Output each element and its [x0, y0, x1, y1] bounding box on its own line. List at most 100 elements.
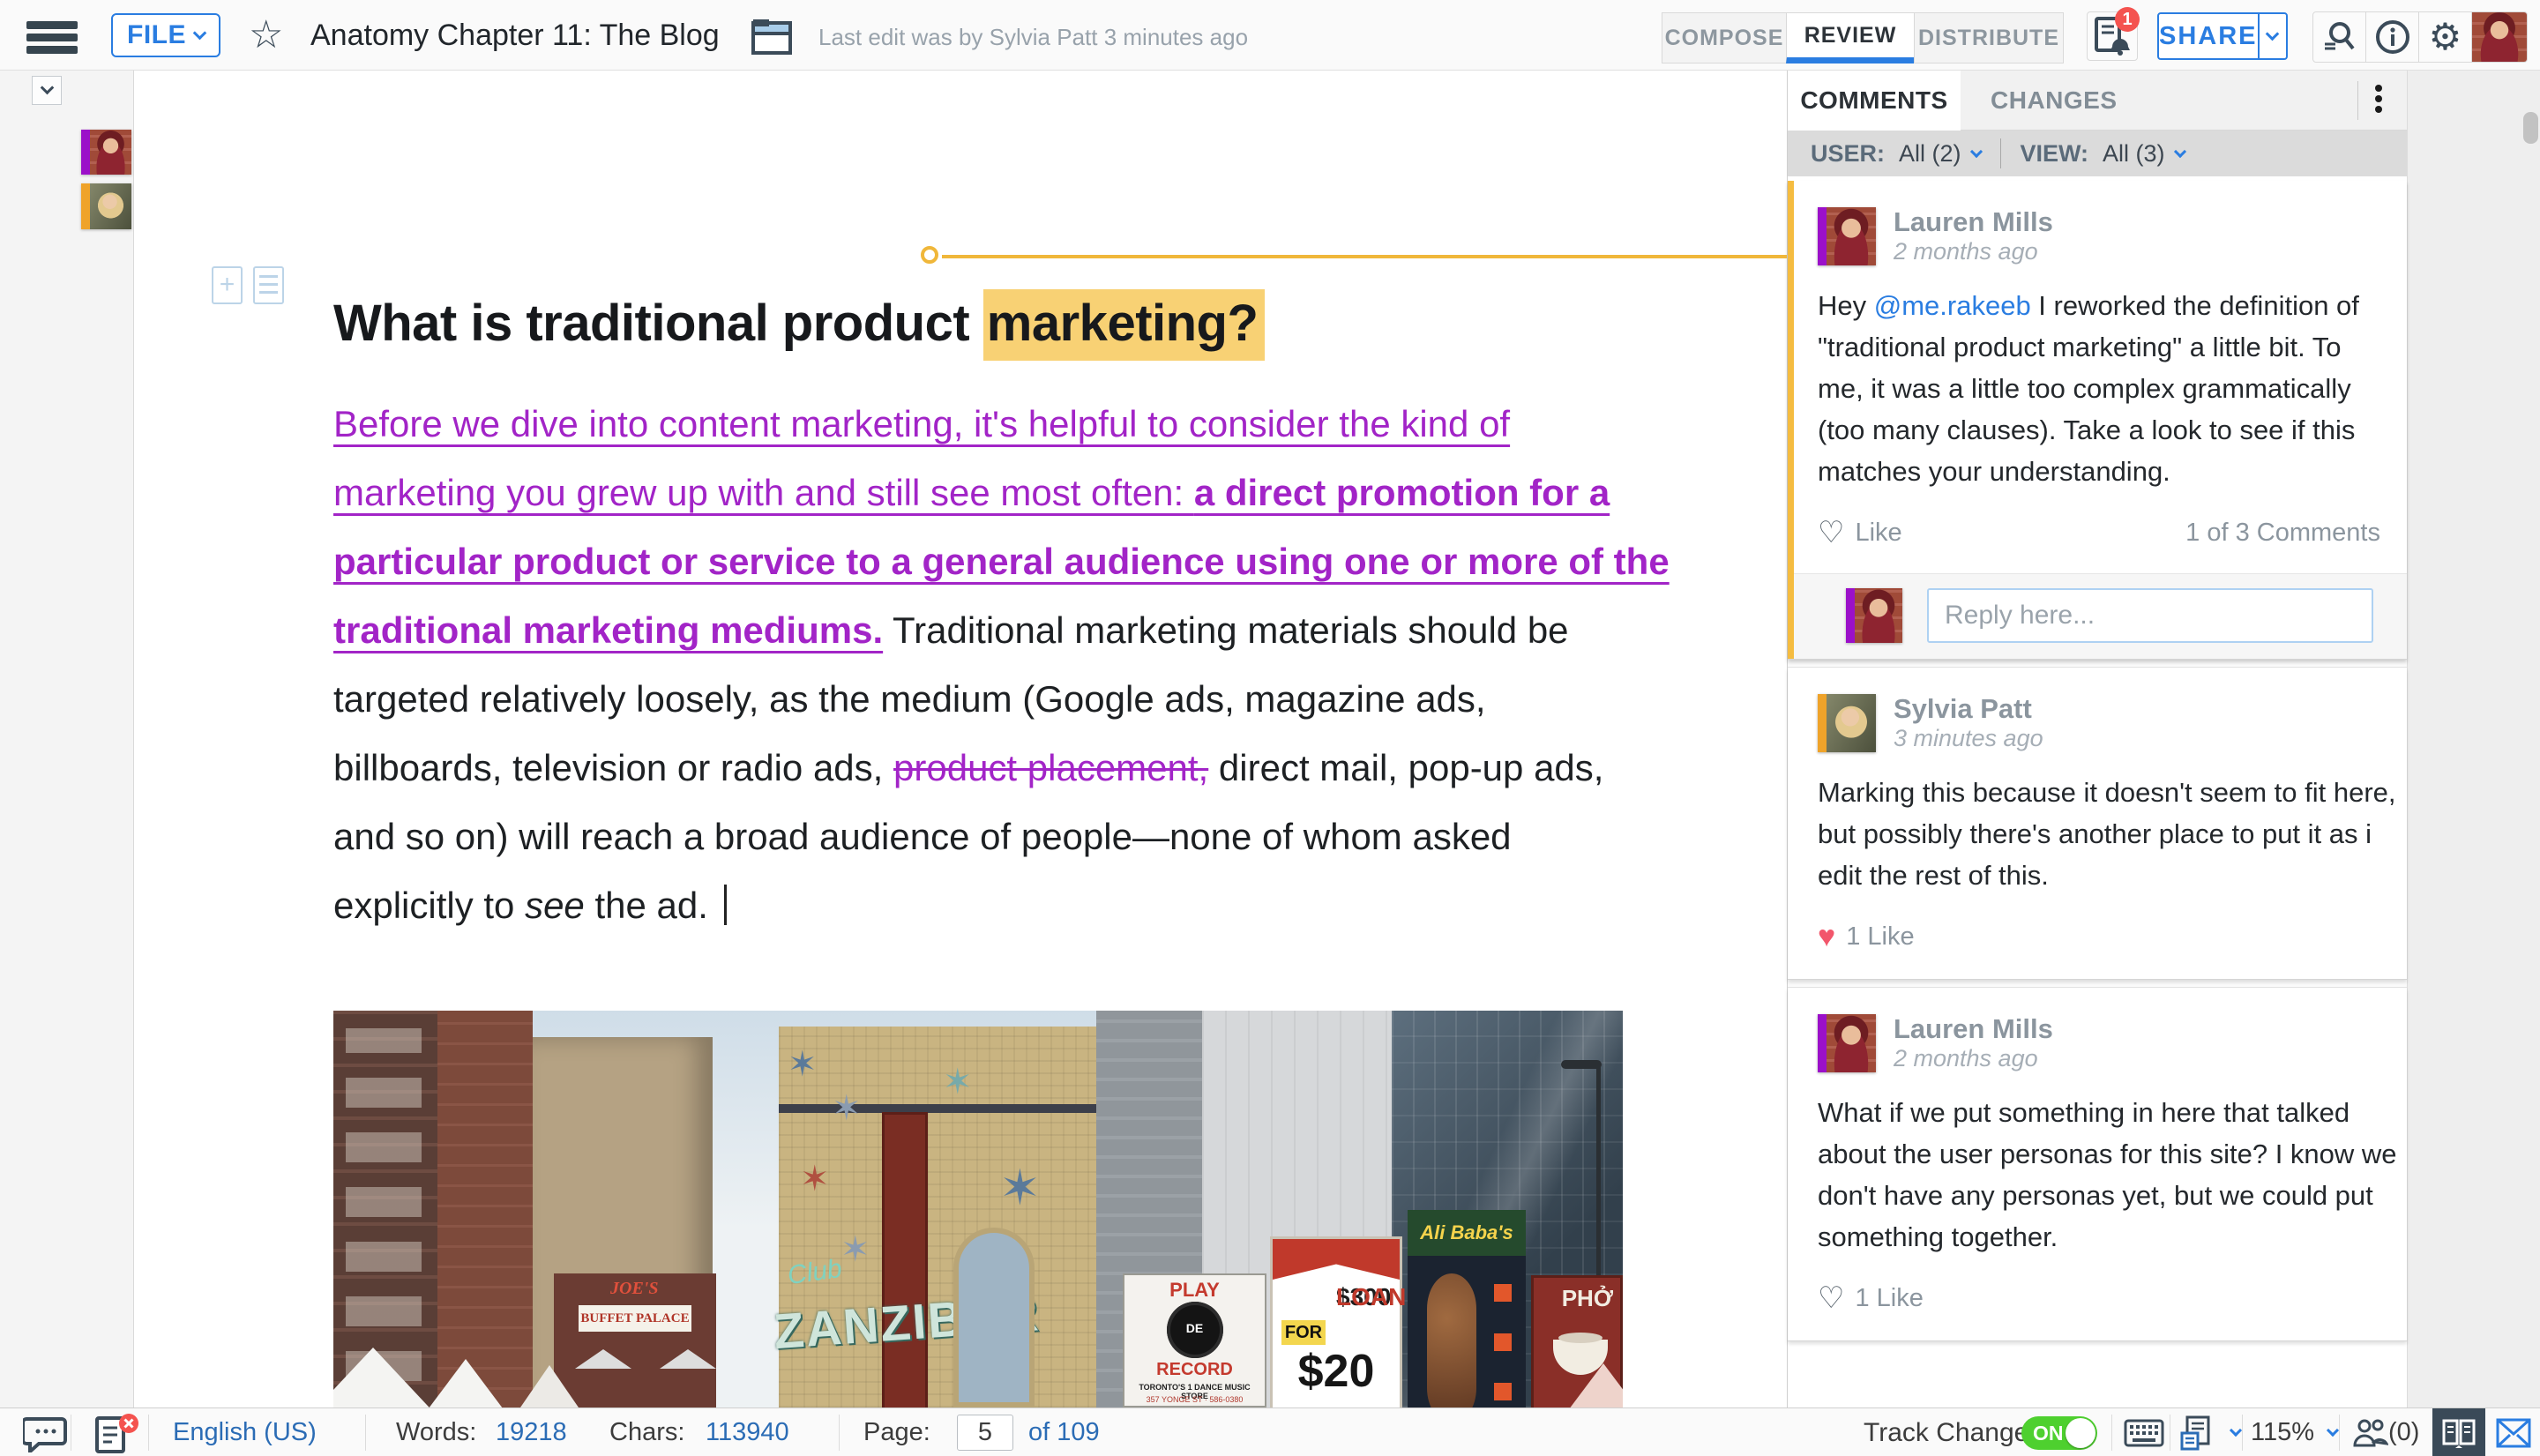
- comment-author[interactable]: Lauren Mills: [1894, 1014, 2053, 1044]
- statusbar: English (US) Words: 19218 Chars: 113940 …: [0, 1407, 2540, 1456]
- keyboard-icon: [2124, 1419, 2164, 1447]
- search-button[interactable]: [2313, 12, 2366, 62]
- view-filter-value[interactable]: All (3): [2103, 140, 2165, 168]
- block-menu-icon[interactable]: [253, 266, 284, 304]
- folder-icon[interactable]: [751, 18, 792, 55]
- people-icon: [2351, 1417, 2388, 1449]
- left-rail: [0, 71, 134, 1407]
- reply-input[interactable]: [1927, 588, 2373, 643]
- add-block-icon[interactable]: [212, 266, 243, 304]
- panel-tabs: COMMENTS CHANGES: [1788, 71, 2407, 131]
- settings-button[interactable]: ⚙: [2419, 12, 2472, 62]
- comment-threads: Lauren Mills 2 months ago Hey @me.rakeeb…: [1788, 176, 2407, 1341]
- chevron-down-icon[interactable]: [2173, 146, 2185, 158]
- collapse-button[interactable]: [32, 76, 62, 105]
- sign-club: Club: [786, 1254, 844, 1291]
- photo-building-dark-brick: [333, 1011, 437, 1407]
- like-count[interactable]: 1 Like: [1855, 1284, 1923, 1313]
- zoom-level[interactable]: 115%: [2251, 1408, 2314, 1456]
- page-setup-button[interactable]: [2180, 1415, 2214, 1456]
- book-icon: [2441, 1418, 2476, 1448]
- gear-icon: ⚙: [2429, 19, 2462, 56]
- chat-button[interactable]: [23, 1415, 69, 1456]
- search-icon: [2322, 19, 2357, 55]
- info-button[interactable]: [2366, 12, 2419, 62]
- mention-link[interactable]: @me.rakeeb: [1874, 290, 2031, 321]
- heading-highlighted-text[interactable]: marketing?: [983, 289, 1266, 361]
- reading-view-button[interactable]: [2432, 1408, 2485, 1456]
- block-tools: [212, 266, 284, 304]
- body-paragraph[interactable]: Before we dive into content marketing, i…: [333, 390, 1683, 940]
- document-page[interactable]: What is traditional product marketing? B…: [134, 71, 1787, 1407]
- tab-changes[interactable]: CHANGES: [1991, 71, 2118, 131]
- panel-gutter: [2407, 71, 2540, 1407]
- comment-thread[interactable]: Lauren Mills 2 months ago What if we put…: [1788, 988, 2407, 1341]
- page-number-input[interactable]: [957, 1415, 1013, 1451]
- heart-outline-icon[interactable]: ♡: [1818, 519, 1844, 546]
- kebab-menu-icon[interactable]: [2375, 81, 2384, 120]
- chevron-down-icon: [2266, 26, 2280, 41]
- avatar: [90, 183, 131, 229]
- sign-buffet-palace: BUFFET PALACE: [579, 1305, 691, 1332]
- email-button[interactable]: [2496, 1418, 2531, 1456]
- tab-compose[interactable]: COMPOSE: [1662, 12, 1787, 63]
- avatar: [1846, 588, 1902, 643]
- viewers-button[interactable]: [2351, 1417, 2388, 1456]
- language-selector[interactable]: English (US): [173, 1408, 317, 1456]
- comment-timestamp: 2 months ago: [1894, 237, 2053, 265]
- tab-distribute[interactable]: DISTRIBUTE: [1914, 12, 2064, 63]
- tab-comments[interactable]: COMMENTS: [1788, 71, 1961, 131]
- scrollbar-thumb[interactable]: [2523, 112, 2538, 144]
- chevron-down-icon[interactable]: [2327, 1424, 2339, 1437]
- favorite-star-icon[interactable]: ☆: [249, 12, 283, 58]
- comment-author[interactable]: Lauren Mills: [1894, 207, 2053, 237]
- user-filter-label: USER:: [1811, 140, 1885, 168]
- avatar: [1818, 1014, 1876, 1072]
- heart-outline-icon[interactable]: ♡: [1818, 1285, 1844, 1311]
- spellcheck-button[interactable]: [93, 1413, 141, 1456]
- photo-storefront: JOE'S BUFFET PALACE: [554, 1273, 716, 1407]
- share-button[interactable]: SHARE: [2157, 12, 2288, 60]
- like-button[interactable]: Like: [1855, 519, 1901, 548]
- umbrella: [660, 1349, 716, 1369]
- user-avatar[interactable]: [2472, 12, 2527, 62]
- share-dropdown[interactable]: [2258, 14, 2286, 58]
- chevron-down-icon[interactable]: [2230, 1424, 2242, 1437]
- menu-icon[interactable]: [26, 21, 78, 53]
- comment-timestamp: 3 minutes ago: [1894, 724, 2043, 752]
- active-thread-indicator: [1788, 181, 1794, 659]
- shawarma-cone: [1427, 1273, 1476, 1407]
- keyboard-shortcuts-button[interactable]: [2124, 1419, 2164, 1456]
- user-color-bar: [81, 130, 90, 175]
- margin-avatar-lauren[interactable]: [81, 130, 131, 175]
- chevron-down-icon: [40, 81, 54, 95]
- comment-thread-active[interactable]: Lauren Mills 2 months ago Hey @me.rakeeb…: [1788, 181, 2407, 660]
- sign-zanzibar: ZANZIBAR: [772, 1280, 1110, 1360]
- app-window: FILE ☆ Anatomy Chapter 11: The Blog Last…: [0, 0, 2540, 1456]
- comment-connector-anchor: [921, 246, 938, 264]
- sign-ali-babas: Ali Baba's: [1408, 1210, 1526, 1407]
- last-edit-status: Last edit was by Sylvia Patt 3 minutes a…: [818, 0, 1248, 71]
- tab-review[interactable]: REVIEW: [1786, 12, 1915, 63]
- heart-filled-icon[interactable]: ♥: [1818, 923, 1835, 950]
- vertical-marquee: [885, 1115, 925, 1407]
- like-count[interactable]: 1 Like: [1846, 922, 1914, 952]
- toggle-state: ON: [2033, 1416, 2064, 1450]
- words-label: Words:: [396, 1408, 476, 1456]
- avatar: [1818, 207, 1876, 265]
- chars-count[interactable]: 113940: [706, 1408, 789, 1456]
- user-color-bar: [81, 183, 90, 229]
- user-filter-value[interactable]: All (2): [1899, 140, 1961, 168]
- chat-bubble-icon: [23, 1415, 69, 1452]
- page-heading: What is traditional product marketing?: [333, 294, 1265, 353]
- file-menu-button[interactable]: FILE: [111, 13, 220, 57]
- document-photo: JOE'S BUFFET PALACE ✶ ✶ ✶ ✶ ✶ ✶ Club ZAN…: [333, 1011, 1623, 1407]
- chevron-down-icon[interactable]: [1969, 146, 1982, 158]
- track-changes-toggle[interactable]: ON 5: [2021, 1416, 2097, 1450]
- margin-avatar-sylvia[interactable]: [81, 183, 131, 229]
- comment-author[interactable]: Sylvia Patt: [1894, 694, 2043, 724]
- comment-connector-line: [942, 255, 1787, 258]
- comment-thread[interactable]: Sylvia Patt 3 minutes ago Marking this b…: [1788, 668, 2407, 980]
- words-count[interactable]: 19218: [496, 1408, 567, 1456]
- topbar: FILE ☆ Anatomy Chapter 11: The Blog Last…: [0, 0, 2540, 71]
